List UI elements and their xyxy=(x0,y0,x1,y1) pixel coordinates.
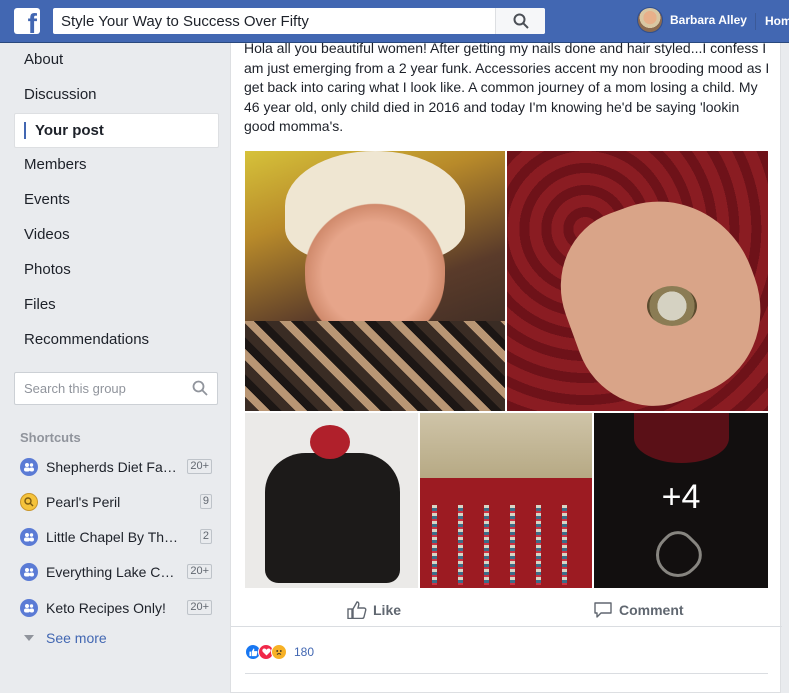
nav-item-recommendations[interactable]: Recommendations xyxy=(14,323,219,358)
game-icon xyxy=(20,493,38,511)
nav-item-members[interactable]: Members xyxy=(14,148,219,183)
sad-reaction-icon xyxy=(271,644,287,660)
group-icon xyxy=(20,458,38,476)
like-label[interactable]: Like xyxy=(373,602,401,618)
post-photo[interactable] xyxy=(420,413,592,588)
shortcut-item[interactable]: Shepherds Diet Fa… 20+ xyxy=(20,457,215,477)
reactions-summary[interactable]: 180 xyxy=(245,644,314,660)
post-photo-more[interactable]: +4 xyxy=(594,413,768,588)
post-actions: Like Comment xyxy=(231,595,782,627)
shortcuts-heading: Shortcuts xyxy=(20,430,81,445)
see-more-link[interactable]: See more xyxy=(24,630,107,646)
chevron-down-icon xyxy=(24,635,34,641)
nav-item-events[interactable]: Events xyxy=(14,183,219,218)
group-nav: About Discussion Your post Members Event… xyxy=(14,43,219,358)
top-bar: f Style Your Way to Success Over Fifty B… xyxy=(0,0,789,43)
shortcut-item[interactable]: Pearl's Peril 9 xyxy=(20,492,215,512)
avatar[interactable] xyxy=(637,7,663,33)
search-icon[interactable] xyxy=(192,380,208,396)
divider xyxy=(245,673,768,674)
nav-item-discussion[interactable]: Discussion xyxy=(14,78,219,113)
like-button[interactable]: Like xyxy=(347,601,401,619)
home-link[interactable]: Home xyxy=(765,14,789,28)
nav-item-your-post[interactable]: Your post xyxy=(14,113,219,148)
see-more-label[interactable]: See more xyxy=(46,630,107,646)
group-icon xyxy=(20,563,38,581)
shortcut-count-badge: 9 xyxy=(199,494,212,509)
post-text: Hola all you beautiful women! After gett… xyxy=(244,40,770,134)
search-icon xyxy=(513,13,529,29)
nav-item-videos[interactable]: Videos xyxy=(14,218,219,253)
nav-item-photos[interactable]: Photos xyxy=(14,253,219,288)
shortcut-label[interactable]: Everything Lake C… xyxy=(46,564,181,580)
shortcut-label[interactable]: Shepherds Diet Fa… xyxy=(46,459,181,475)
thumbs-up-icon xyxy=(347,601,367,619)
group-icon xyxy=(20,599,38,617)
user-name[interactable]: Barbara Alley xyxy=(670,13,747,27)
group-icon xyxy=(20,528,38,546)
shortcut-count-badge: 20+ xyxy=(187,600,212,615)
post-card: Hola all you beautiful women! After gett… xyxy=(230,40,782,693)
shortcut-count-badge: 2 xyxy=(199,529,212,544)
more-photos-count[interactable]: +4 xyxy=(594,478,768,517)
header-divider xyxy=(755,13,756,30)
comment-label[interactable]: Comment xyxy=(619,602,684,618)
nav-item-files[interactable]: Files xyxy=(14,288,219,323)
reaction-count[interactable]: 180 xyxy=(294,645,314,659)
shortcut-count-badge: 20+ xyxy=(187,564,212,579)
group-search-input[interactable] xyxy=(15,373,175,404)
shortcut-label[interactable]: Little Chapel By The … xyxy=(46,529,181,545)
search-bar[interactable]: Style Your Way to Success Over Fifty xyxy=(53,8,545,34)
comment-button[interactable]: Comment xyxy=(593,601,684,619)
search-input[interactable]: Style Your Way to Success Over Fifty xyxy=(53,8,495,34)
shortcut-item[interactable]: Everything Lake C… 20+ xyxy=(20,562,215,582)
profile-link[interactable]: Barbara Alley xyxy=(637,7,747,33)
nav-item-about[interactable]: About xyxy=(14,43,219,78)
comment-icon xyxy=(594,602,612,618)
facebook-logo-icon[interactable]: f xyxy=(14,8,40,34)
shortcut-item[interactable]: Little Chapel By The … 2 xyxy=(20,527,215,547)
post-photo[interactable] xyxy=(245,413,418,588)
shortcut-label[interactable]: Keto Recipes Only! xyxy=(46,600,181,616)
shortcut-label[interactable]: Pearl's Peril xyxy=(46,494,181,510)
post-photo[interactable] xyxy=(507,151,768,411)
search-button[interactable] xyxy=(495,8,545,34)
shortcut-item[interactable]: Keto Recipes Only! 20+ xyxy=(20,598,215,618)
shortcut-count-badge: 20+ xyxy=(187,459,212,474)
group-search[interactable] xyxy=(14,372,218,405)
post-photo[interactable] xyxy=(245,151,505,411)
